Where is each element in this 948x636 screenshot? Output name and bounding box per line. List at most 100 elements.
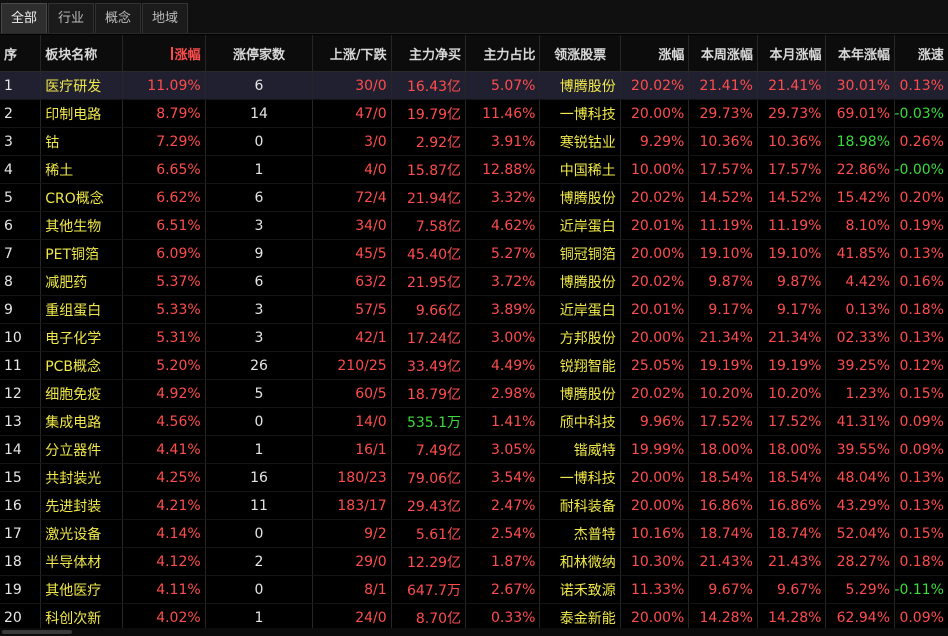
cell-name[interactable]: 印制电路: [41, 100, 124, 127]
column-header-10[interactable]: 本月涨幅: [758, 35, 827, 71]
cell-name[interactable]: 激光设备: [41, 520, 124, 547]
table-row[interactable]: 3 钴 7.29% 0 3/0 2.92亿 3.91% 寒锐钴业 9.29% 10.36% 10.3…: [0, 128, 948, 156]
column-header-7[interactable]: 领涨股票: [540, 35, 621, 71]
cell-name[interactable]: 分立器件: [41, 436, 124, 463]
cell-chg: 11.09%: [123, 72, 206, 99]
cell-leader[interactable]: 博腾股份: [540, 184, 621, 211]
cell-name[interactable]: PET铜箔: [41, 240, 124, 267]
cell-leader[interactable]: 近岸蛋白: [540, 212, 621, 239]
table-row[interactable]: 1 医疗研发 11.09% 6 30/0 16.43亿 5.07% 博腾股份 20.02% 21.…: [0, 72, 948, 100]
cell-name[interactable]: 其他医疗: [41, 576, 124, 603]
table-row[interactable]: 9 重组蛋白 5.33% 3 57/5 9.66亿 3.89% 近岸蛋白 20.01% 9.17%…: [0, 296, 948, 324]
cell-lchg: 20.02%: [621, 268, 690, 295]
cell-leader[interactable]: 泰金新能: [540, 604, 621, 631]
table-row[interactable]: 19 其他医疗 4.11% 0 8/1 647.7万 2.67% 诺禾致源 11.33% 9.67…: [0, 576, 948, 604]
tab-0[interactable]: 全部: [1, 3, 48, 33]
cell-leader[interactable]: 诺禾致源: [540, 576, 621, 603]
column-header-12[interactable]: 涨速: [895, 35, 948, 71]
cell-leader[interactable]: 杰普特: [540, 520, 621, 547]
table-row[interactable]: 14 分立器件 4.41% 1 16/1 7.49亿 3.05% 锴威特 19.99% 18.00…: [0, 436, 948, 464]
cell-idx: 10: [0, 324, 42, 351]
tab-1[interactable]: 行业: [48, 3, 95, 33]
table-row[interactable]: 11 PCB概念 5.20% 26 210/25 33.49亿 4.49% 锐翔智能 25.05…: [0, 352, 948, 380]
cell-name[interactable]: 电子化学: [41, 324, 124, 351]
column-header-label: 涨停家数: [232, 47, 285, 63]
cell-name[interactable]: 共封装光: [41, 464, 124, 491]
column-header-6[interactable]: 主力占比: [466, 35, 541, 71]
cell-lchg: 20.00%: [621, 100, 690, 127]
table-row[interactable]: 18 半导体材 4.12% 2 29/0 12.29亿 1.87% 和林微纳 10.30% 21.…: [0, 548, 948, 576]
cell-leader[interactable]: 一博科技: [540, 100, 621, 127]
cell-net: 7.58亿: [392, 212, 467, 239]
cell-name[interactable]: PCB概念: [41, 352, 124, 379]
table-row[interactable]: 8 减肥药 5.37% 6 63/2 21.95亿 3.72% 博腾股份 20.02% 9.87%…: [0, 268, 948, 296]
column-header-9[interactable]: 本周涨幅: [689, 35, 758, 71]
table-row[interactable]: 12 细胞免疫 4.92% 5 60/5 18.79亿 2.98% 博腾股份 20.02% 10.…: [0, 380, 948, 408]
cell-name[interactable]: 稀土: [41, 156, 124, 183]
cell-name[interactable]: 减肥药: [41, 268, 124, 295]
cell-name[interactable]: 先进封装: [41, 492, 124, 519]
table-row[interactable]: 16 先进封装 4.21% 11 183/17 29.43亿 2.47% 耐科装备 20.00%…: [0, 492, 948, 520]
table-row[interactable]: 5 CRO概念 6.62% 6 72/4 21.94亿 3.32% 博腾股份 20.02% 14.…: [0, 184, 948, 212]
cell-lchg: 20.00%: [621, 604, 690, 631]
cell-leader[interactable]: 方邦股份: [540, 324, 621, 351]
table-row[interactable]: 6 其他生物 6.51% 3 34/0 7.58亿 4.62% 近岸蛋白 20.01% 11.19…: [0, 212, 948, 240]
column-header-4[interactable]: 上涨/下跌: [313, 35, 392, 71]
cell-lchg: 9.29%: [621, 128, 690, 155]
cell-leader[interactable]: 寒锐钴业: [540, 128, 621, 155]
cell-limit: 0: [206, 576, 314, 603]
tab-2[interactable]: 概念: [95, 3, 142, 33]
cell-leader[interactable]: 耐科装备: [540, 492, 621, 519]
column-header-1[interactable]: 板块名称: [41, 35, 124, 71]
column-header-label: 主力占比: [483, 47, 536, 63]
column-header-label: 本年涨幅: [838, 47, 891, 63]
column-header-3[interactable]: 涨停家数: [206, 35, 314, 71]
cell-week: 9.87%: [689, 268, 758, 295]
cell-name[interactable]: 其他生物: [41, 212, 124, 239]
cell-name[interactable]: 医疗研发: [41, 72, 124, 99]
column-header-label: 涨速: [917, 47, 944, 63]
cell-name[interactable]: 集成电路: [41, 408, 124, 435]
tab-3[interactable]: 地域: [142, 3, 189, 33]
column-header-8[interactable]: 涨幅: [621, 35, 690, 71]
cell-leader[interactable]: 铜冠铜箔: [540, 240, 621, 267]
table-row[interactable]: 2 印制电路 8.79% 14 47/0 19.79亿 11.46% 一博科技 20.00% 29…: [0, 100, 948, 128]
horizontal-scrollbar[interactable]: [0, 628, 948, 636]
cell-week: 14.52%: [689, 184, 758, 211]
cell-name[interactable]: 细胞免疫: [41, 380, 124, 407]
table-row[interactable]: 7 PET铜箔 6.09% 9 45/5 45.40亿 5.27% 铜冠铜箔 20.00% 19.…: [0, 240, 948, 268]
cell-name[interactable]: 半导体材: [41, 548, 124, 575]
column-header-5[interactable]: 主力净买: [392, 35, 467, 71]
column-header-0[interactable]: 序: [0, 35, 42, 71]
column-header-11[interactable]: 本年涨幅: [826, 35, 896, 71]
cell-leader[interactable]: 和林微纳: [540, 548, 621, 575]
cell-leader[interactable]: 一博科技: [540, 464, 621, 491]
cell-chg: 6.62%: [123, 184, 206, 211]
cell-leader[interactable]: 博腾股份: [540, 268, 621, 295]
cell-week: 16.86%: [689, 492, 758, 519]
table-row[interactable]: 4 稀土 6.65% 1 4/0 15.87亿 12.88% 中国稀土 10.00% 17.57%…: [0, 156, 948, 184]
column-header-2[interactable]: 涨幅: [123, 35, 206, 71]
cell-name[interactable]: CRO概念: [41, 184, 124, 211]
scrollbar-thumb[interactable]: [2, 630, 72, 634]
cell-lchg: 10.00%: [621, 156, 690, 183]
cell-idx: 19: [0, 576, 42, 603]
table-row[interactable]: 15 共封装光 4.25% 16 180/23 79.06亿 3.54% 一博科技 20.00%…: [0, 464, 948, 492]
table-row[interactable]: 17 激光设备 4.14% 0 9/2 5.61亿 2.54% 杰普特 10.16% 18.74%…: [0, 520, 948, 548]
cell-limit: 6: [206, 184, 314, 211]
cell-idx: 17: [0, 520, 42, 547]
cell-name[interactable]: 钴: [41, 128, 124, 155]
cell-leader[interactable]: 博腾股份: [540, 380, 621, 407]
cell-leader[interactable]: 锴威特: [540, 436, 621, 463]
cell-week: 11.19%: [689, 212, 758, 239]
cell-leader[interactable]: 博腾股份: [540, 72, 621, 99]
cell-name[interactable]: 重组蛋白: [41, 296, 124, 323]
table-row[interactable]: 13 集成电路 4.56% 0 14/0 535.1万 1.41% 颀中科技 9.96% 17.5…: [0, 408, 948, 436]
table-row[interactable]: 10 电子化学 5.31% 3 42/1 17.24亿 3.00% 方邦股份 20.00% 21.…: [0, 324, 948, 352]
cell-leader[interactable]: 锐翔智能: [540, 352, 621, 379]
cell-leader[interactable]: 近岸蛋白: [540, 296, 621, 323]
cell-name[interactable]: 科创次新: [41, 604, 124, 631]
cell-leader[interactable]: 中国稀土: [540, 156, 621, 183]
cell-leader[interactable]: 颀中科技: [540, 408, 621, 435]
cell-limit: 11: [206, 492, 314, 519]
